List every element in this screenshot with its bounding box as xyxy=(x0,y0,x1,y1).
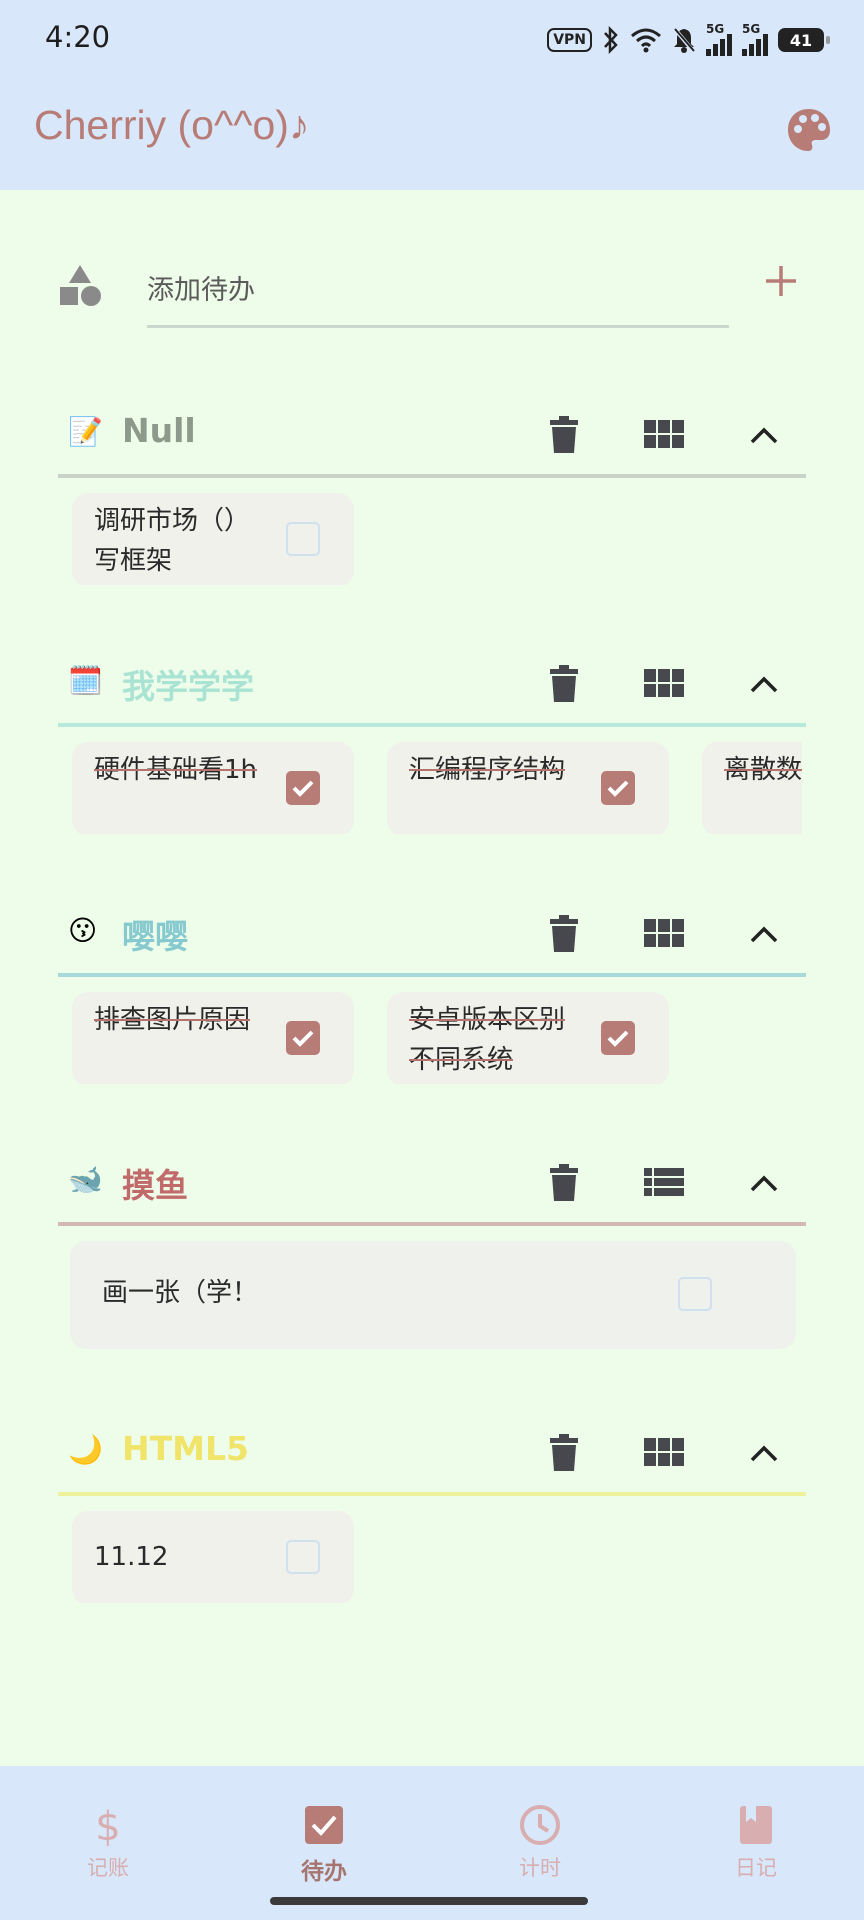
todo-card[interactable]: 11.12 xyxy=(72,1511,354,1603)
grid-icon[interactable] xyxy=(638,409,690,461)
trash-icon[interactable] xyxy=(538,1157,590,1209)
section-title: 嘤嘤 xyxy=(122,917,188,956)
section-emoji: 📝 xyxy=(68,415,103,448)
todo-checkbox[interactable] xyxy=(286,771,320,805)
section-header: 😗 嘤嘤 xyxy=(0,894,864,977)
section-title: 我学学学 xyxy=(122,667,254,706)
book-icon xyxy=(740,1806,772,1844)
nav-item-timer[interactable]: 计时 xyxy=(432,1786,648,1896)
vpn-icon: VPN xyxy=(547,28,592,52)
nav-label: 计时 xyxy=(519,1856,561,1880)
section-header: 🗓️ 我学学学 xyxy=(0,644,864,727)
todo-checkbox[interactable] xyxy=(286,522,320,556)
chevron-up-icon[interactable] xyxy=(738,409,790,461)
grid-icon[interactable] xyxy=(638,908,690,960)
list-icon[interactable] xyxy=(638,1157,690,1209)
section-items: 排查图片原因 安卓版本区别 不同系统 xyxy=(72,974,802,1084)
section-header: 🌙 HTML5 xyxy=(0,1413,864,1496)
todo-text: 11.12 xyxy=(94,1542,169,1572)
todo-card[interactable]: 汇编程序结构 xyxy=(387,742,669,834)
section-title: 摸鱼 xyxy=(122,1166,188,1205)
todo-text: 汇编程序结构 xyxy=(409,755,566,785)
chevron-up-icon[interactable] xyxy=(738,1427,790,1479)
signal-icon-2: 5G xyxy=(742,22,768,56)
section-emoji: 😗 xyxy=(68,914,98,947)
todo-card[interactable]: 排查图片原因 xyxy=(72,992,354,1084)
section-yingying: 😗 嘤嘤 排查图片原因 安卓版本区别 不同系统 xyxy=(0,894,864,1084)
trash-icon[interactable] xyxy=(538,908,590,960)
todo-card[interactable]: 硬件基础看1h xyxy=(72,742,354,834)
section-title: HTML5 xyxy=(122,1429,249,1468)
status-bar: 4:20 VPN 5G 5G 41 xyxy=(0,0,864,80)
nav-label: 待办 xyxy=(301,1859,347,1885)
home-indicator[interactable] xyxy=(270,1897,588,1905)
status-icons: VPN 5G 5G 41 xyxy=(547,22,830,58)
section-moyu: 🐋 摸鱼 画一张（学！ xyxy=(0,1143,864,1363)
todo-text: 离散数业 xyxy=(724,755,802,785)
trash-icon[interactable] xyxy=(538,409,590,461)
todo-text: 安卓版本区别 不同系统 xyxy=(409,1005,566,1075)
section-items: 11.12 xyxy=(72,1493,802,1603)
signal-icon-1: 5G xyxy=(706,22,732,56)
section-null: 📝 Null 调研市场（）写框架 xyxy=(0,395,864,585)
todo-card[interactable]: 画一张（学！ xyxy=(70,1241,796,1349)
network-type-1: 5G xyxy=(706,22,725,36)
trash-icon[interactable] xyxy=(538,1427,590,1479)
status-time: 4:20 xyxy=(45,20,111,54)
todo-card[interactable]: 离散数业 xyxy=(702,742,802,834)
battery-icon: 41 xyxy=(778,28,830,52)
section-items: 画一张（学！ xyxy=(0,1223,864,1363)
add-todo-row xyxy=(0,245,864,345)
todo-card[interactable]: 安卓版本区别 不同系统 xyxy=(387,992,669,1084)
checkbox-icon xyxy=(305,1806,343,1844)
section-header: 📝 Null xyxy=(0,395,864,478)
todo-checkbox[interactable] xyxy=(286,1540,320,1574)
section-html5: 🌙 HTML5 11.12 xyxy=(0,1413,864,1603)
section-emoji: 🌙 xyxy=(68,1433,103,1466)
todo-checkbox[interactable] xyxy=(286,1021,320,1055)
nav-item-diary[interactable]: 日记 xyxy=(648,1786,864,1896)
chevron-up-icon[interactable] xyxy=(738,908,790,960)
clock-icon xyxy=(520,1805,560,1845)
section-study: 🗓️ 我学学学 硬件基础看1h 汇编程序结构 离散数业 xyxy=(0,644,864,834)
svg-text:$: $ xyxy=(95,1804,120,1846)
network-type-2: 5G xyxy=(742,22,761,36)
todo-checkbox[interactable] xyxy=(601,1021,635,1055)
plus-icon[interactable] xyxy=(760,260,802,302)
shapes-icon xyxy=(60,265,101,306)
battery-level: 41 xyxy=(789,30,813,50)
nav-label: 记账 xyxy=(87,1856,129,1880)
todo-checkbox[interactable] xyxy=(678,1277,712,1311)
todo-checkbox[interactable] xyxy=(601,771,635,805)
trash-icon[interactable] xyxy=(538,658,590,710)
wifi-icon xyxy=(631,28,661,53)
chevron-up-icon[interactable] xyxy=(738,658,790,710)
grid-icon[interactable] xyxy=(638,658,690,710)
section-emoji: 🐋 xyxy=(68,1163,103,1196)
grid-icon[interactable] xyxy=(638,1427,690,1479)
section-header: 🐋 摸鱼 xyxy=(0,1143,864,1226)
todo-text: 硬件基础看1h xyxy=(94,755,258,785)
section-items: 硬件基础看1h 汇编程序结构 离散数业 xyxy=(72,724,802,834)
add-todo-input[interactable] xyxy=(147,255,729,328)
todo-text: 调研市场（）写框架 xyxy=(94,506,251,576)
todo-text: 画一张（学！ xyxy=(102,1278,259,1308)
todo-text: 排查图片原因 xyxy=(94,1005,251,1035)
section-emoji: 🗓️ xyxy=(68,664,103,697)
nav-label: 日记 xyxy=(735,1856,777,1880)
section-title: Null xyxy=(122,411,196,450)
nav-item-todo[interactable]: 待办 xyxy=(216,1786,432,1896)
app-title: Cherriy (o^^o)♪ xyxy=(34,102,310,148)
palette-icon[interactable] xyxy=(784,105,834,155)
todo-card[interactable]: 调研市场（）写框架 xyxy=(72,493,354,585)
nav-item-accounting[interactable]: $ 记账 xyxy=(0,1786,216,1896)
chevron-up-icon[interactable] xyxy=(738,1157,790,1209)
bluetooth-icon xyxy=(604,26,618,54)
app-bar: Cherriy (o^^o)♪ xyxy=(0,80,864,190)
section-items: 调研市场（）写框架 xyxy=(72,475,802,585)
bell-muted-icon xyxy=(672,26,696,54)
dollar-icon: $ xyxy=(95,1804,120,1846)
